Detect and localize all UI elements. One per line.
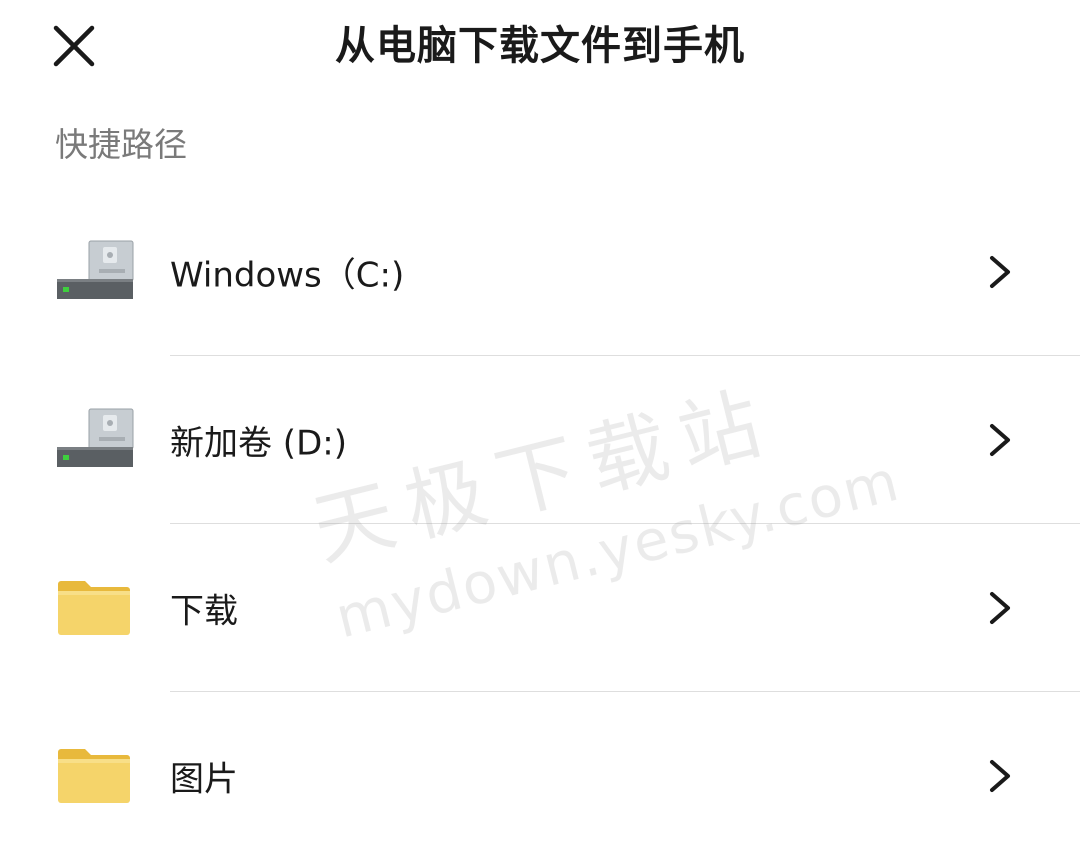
- list-item-label: 图片: [170, 759, 238, 800]
- page-title: 从电脑下载文件到手机: [335, 23, 745, 69]
- list-item-drive-c[interactable]: Windows（C:): [0, 188, 1080, 356]
- folder-icon: [58, 581, 130, 635]
- chevron-right-icon: [990, 592, 1010, 624]
- header: 从电脑下载文件到手机: [0, 0, 1080, 96]
- list-item-label: Windows（C:): [170, 255, 405, 296]
- drive-icon: [57, 408, 134, 467]
- list-item-drive-d[interactable]: 新加卷 (D:): [0, 356, 1080, 524]
- list-item-label: 下载: [170, 591, 238, 632]
- list-item-label: 新加卷 (D:): [170, 423, 347, 464]
- chevron-right-icon: [990, 424, 1010, 456]
- list-item-pictures[interactable]: 图片: [0, 692, 1080, 860]
- shortcut-list: Windows（C:) 新加卷 (D:) 下载 图片: [0, 188, 1080, 860]
- section-label-shortcuts: 快捷路径: [55, 125, 187, 164]
- list-item-downloads[interactable]: 下载: [0, 524, 1080, 692]
- chevron-right-icon: [990, 760, 1010, 792]
- chevron-right-icon: [990, 256, 1010, 288]
- folder-icon: [58, 749, 130, 803]
- drive-icon: [57, 240, 134, 299]
